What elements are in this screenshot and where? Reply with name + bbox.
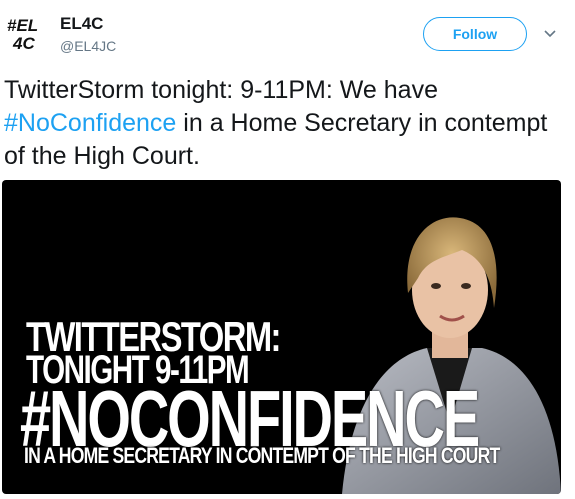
tweet-media-image[interactable]: TWITTERSTORM: TONIGHT 9-11PM #NOCONFIDEN…	[2, 180, 561, 494]
display-name[interactable]: EL4C	[60, 14, 103, 34]
follow-button[interactable]: Follow	[423, 17, 527, 51]
user-handle[interactable]: @EL4JC	[60, 38, 116, 54]
chevron-down-icon[interactable]	[543, 27, 557, 41]
avatar[interactable]: #EL 4C	[6, 12, 46, 52]
poster-line-4: IN A HOME SECRETARY IN CONTEMPT OF THE H…	[24, 443, 500, 468]
svg-text:4C: 4C	[12, 34, 35, 52]
tweet-text: TwitterStorm tonight: 9-11PM: We have #N…	[4, 74, 564, 173]
hashtag-link[interactable]: #NoConfidence	[4, 109, 176, 137]
tweet-text-part1: TwitterStorm tonight: 9-11PM: We have	[4, 76, 438, 104]
svg-text:#EL: #EL	[7, 16, 38, 35]
tweet-header: #EL 4C EL4C @EL4JC Follow	[0, 0, 575, 70]
